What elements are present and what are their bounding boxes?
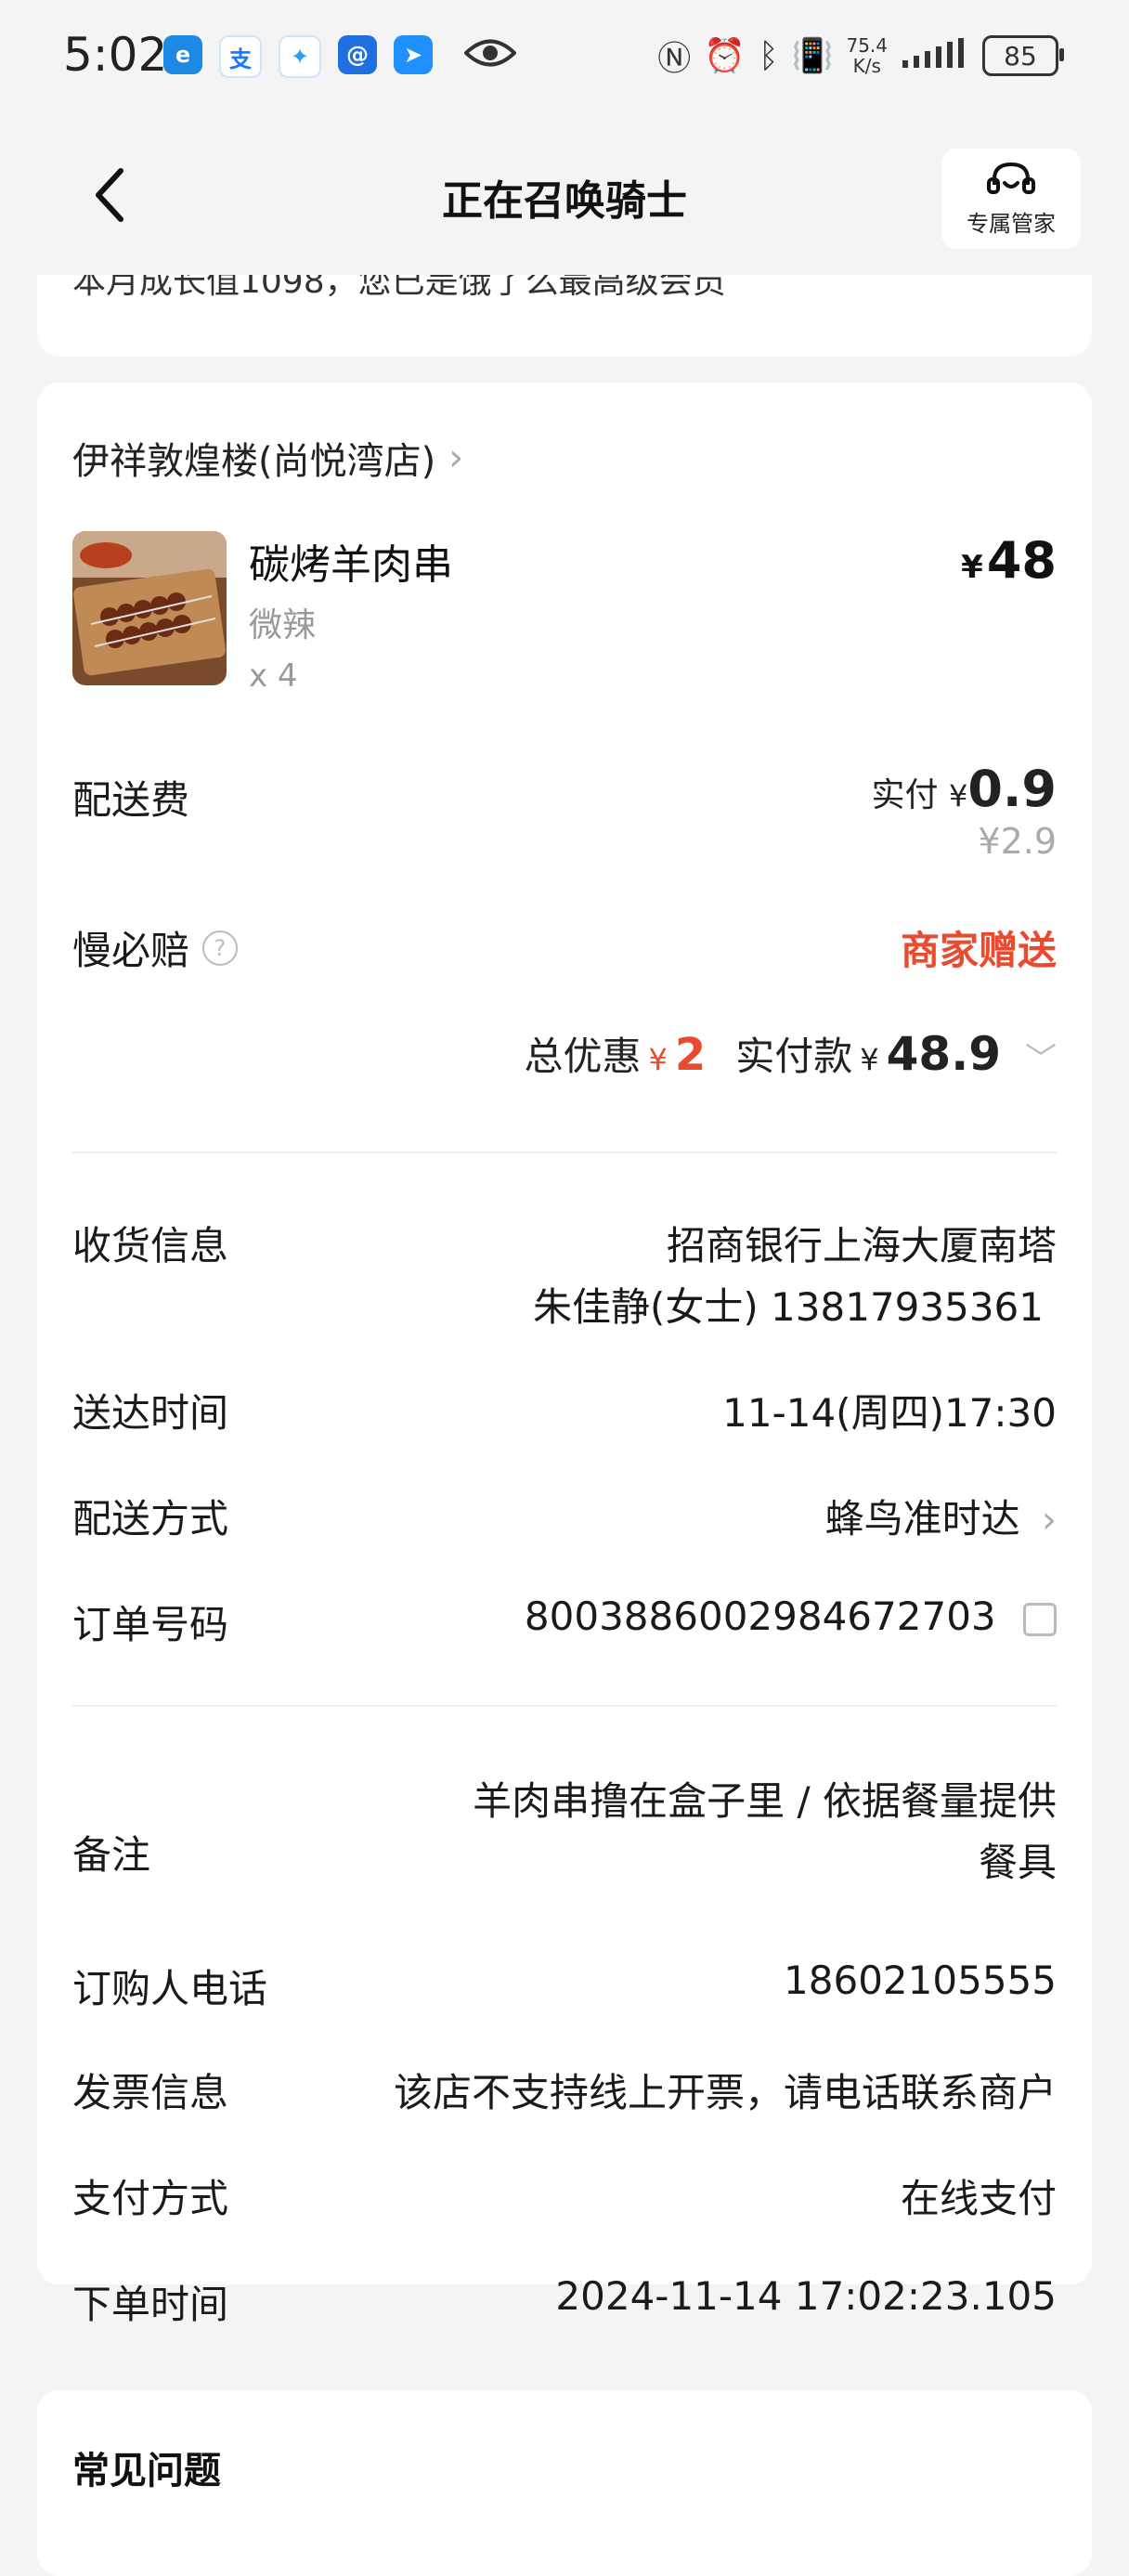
chevron-right-icon: › [448, 436, 464, 479]
payment-value: 在线支付 [900, 2176, 1057, 2221]
faq-card: 常见问题 [37, 2390, 1092, 2576]
food-quantity: x 4 [249, 657, 298, 695]
chevron-down-icon: ﹀ [1025, 1041, 1057, 1078]
alarm-icon: ⏰ [704, 37, 746, 75]
network-speed: 75.4 K/s [846, 34, 888, 77]
notification-icons: e 支 ✦ @ ➤ [163, 35, 433, 78]
headset-icon [987, 162, 1035, 194]
food-image[interactable] [72, 531, 227, 685]
receiver-address: 招商银行上海大厦南塔 [666, 1223, 1057, 1268]
order-detail-card: 伊祥敦煌楼(尚悦湾店) › 碳烤羊肉串 微辣 x 4 ¥48 配送费 实付 ¥0… [37, 383, 1092, 2327]
butler-button[interactable]: 专属管家 [941, 149, 1081, 249]
shop-link[interactable]: 伊祥敦煌楼(尚悦湾店) › [72, 431, 1057, 485]
divider [72, 1151, 1057, 1153]
food-spec: 微辣 [249, 606, 317, 644]
bluetooth-icon: ᛒ [759, 36, 779, 75]
eleme-icon: @ [338, 35, 377, 74]
paid-label: 实付款 [735, 1034, 853, 1079]
chevron-right-icon: › [1042, 1499, 1057, 1542]
order-time-value: 2024-11-14 17:02:23.105 [555, 2273, 1057, 2319]
phone-value: 18602105555 [784, 1958, 1057, 2003]
system-status: Ⓝ ⏰ ᛒ 📳 75.4 K/s 85 [657, 32, 1064, 80]
delivery-method-value: 蜂鸟准时达 [824, 1496, 1020, 1542]
alipay-icon: 支 [219, 35, 262, 78]
shop-name: 伊祥敦煌楼(尚悦湾店) [72, 440, 436, 483]
browser-app-icon: e [163, 35, 202, 74]
status-time: 5:02 [63, 28, 168, 82]
order-number-value: 8003886002984672703 [524, 1594, 996, 1639]
delivery-time-value: 11-14(周四)17:30 [722, 1390, 1057, 1436]
slow-compensation-label: 慢必赔 [72, 928, 190, 973]
remark-line-2: 餐具 [978, 1840, 1057, 1885]
remark-label: 备注 [72, 1832, 151, 1878]
signal-icon [901, 38, 969, 73]
discount-amount: 2 [674, 1029, 707, 1081]
eye-icon [463, 37, 517, 72]
delivery-fee-original: ¥2.9 [978, 821, 1057, 862]
food-name: 碳烤羊肉串 [249, 541, 453, 589]
member-growth-text: 本月成长值1098，您已是饿了么最高级会员 [72, 275, 726, 301]
delivery-fee-actual: 实付 ¥0.9 [871, 760, 1058, 818]
vibrate-icon: 📳 [791, 37, 834, 75]
help-icon[interactable]: ? [202, 930, 239, 966]
member-banner-card: 本月成长值1098，您已是饿了么最高级会员 [37, 275, 1092, 357]
battery-icon: 85 [982, 35, 1064, 76]
copy-icon[interactable] [1023, 1602, 1057, 1636]
paid-amount: 48.9 [886, 1027, 1001, 1081]
remark-line-1: 羊肉串撸在盒子里 / 依据餐量提供 [473, 1778, 1057, 1824]
slow-compensation-value: 商家赠送 [900, 928, 1057, 973]
delivery-method-link[interactable]: 蜂鸟准时达 › [825, 1488, 1057, 1544]
divider [72, 1705, 1057, 1707]
discount-label: 总优惠 [524, 1034, 642, 1079]
faq-title: 常见问题 [72, 2450, 221, 2492]
food-price: ¥48 [961, 531, 1057, 590]
butler-label: 专属管家 [967, 210, 1056, 237]
send-app-icon: ➤ [394, 35, 433, 74]
chat-app-icon: ✦ [279, 35, 321, 78]
order-total-toggle[interactable]: 总优惠 ¥2 实付款 ¥48.9 ﹀ [524, 1025, 1057, 1082]
nfc-icon: Ⓝ [657, 40, 692, 78]
nav-header: 正在召唤骑士 专属管家 [0, 139, 1129, 251]
receiver-contact: 朱佳静(女士) 13817935361 [532, 1284, 1044, 1330]
invoice-value: 该店不支持线上开票，请电话联系商户 [393, 2070, 1057, 2115]
status-bar: 5:02 e 支 ✦ @ ➤ Ⓝ ⏰ ᛒ 📳 75.4 K/s 85 [0, 0, 1129, 111]
order-number-row: 8003886002984672703 [525, 1594, 1057, 1639]
